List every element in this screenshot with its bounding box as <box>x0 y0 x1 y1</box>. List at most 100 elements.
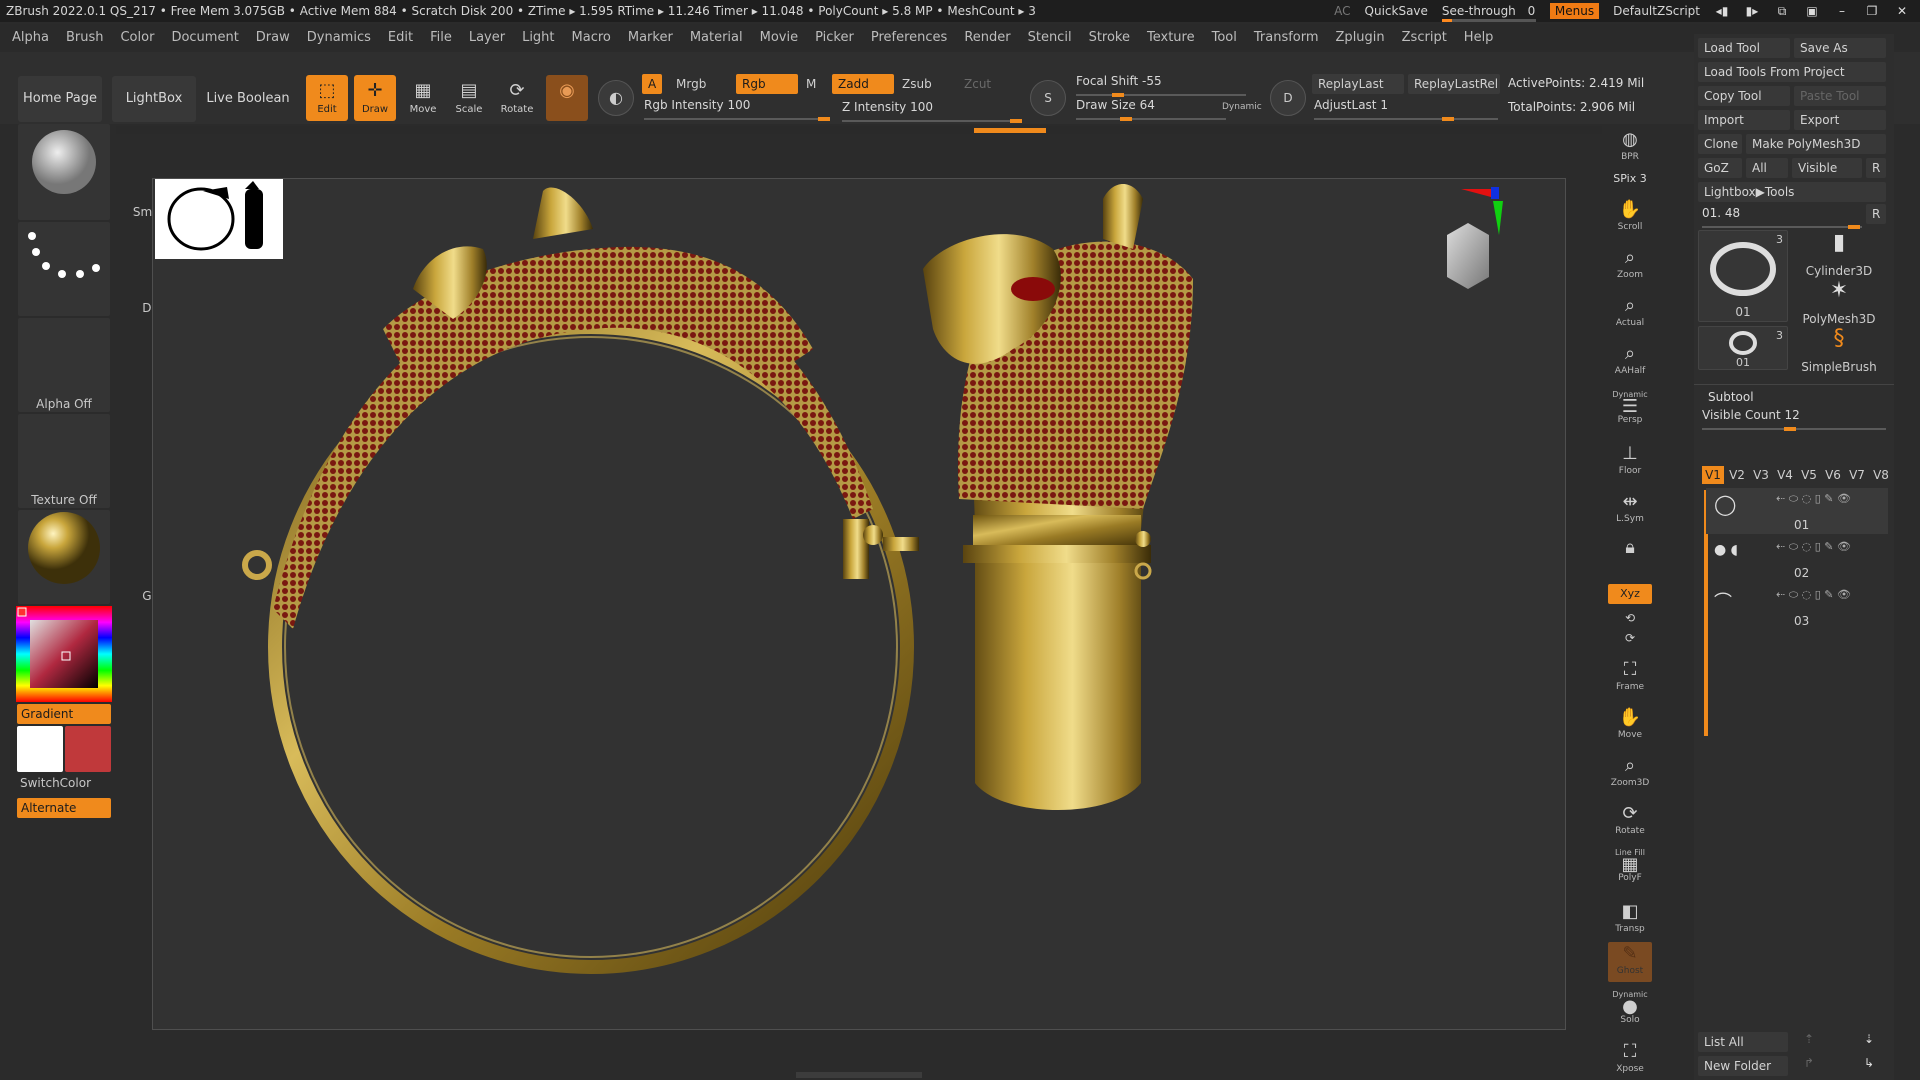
draw-size-slider[interactable]: Draw Size 64 <box>1076 98 1226 121</box>
copy-tool-button[interactable]: Copy Tool <box>1698 86 1790 106</box>
default-zscript-button[interactable]: DefaultZScript <box>1613 4 1700 18</box>
tab-v5[interactable]: V5 <box>1798 466 1820 484</box>
zsub-toggle[interactable]: Zsub <box>896 74 938 94</box>
menu-edit[interactable]: Edit <box>388 30 413 45</box>
rotate-axis-buttons[interactable]: ⟲ ⟳ <box>1608 608 1652 648</box>
goz-all-button[interactable]: All <box>1746 158 1788 178</box>
switchcolor-button[interactable]: SwitchColor <box>20 776 91 790</box>
menu-macro[interactable]: Macro <box>572 30 611 45</box>
menu-layer[interactable]: Layer <box>469 30 505 45</box>
close-icon[interactable]: ✕ <box>1894 4 1910 18</box>
menu-document[interactable]: Document <box>171 30 238 45</box>
alternate-toggle[interactable]: Alternate <box>17 798 111 818</box>
lsym-button[interactable]: ⇹ L.Sym <box>1608 490 1652 530</box>
d-stroke-button[interactable]: D <box>1270 80 1306 116</box>
menu-texture[interactable]: Texture <box>1147 30 1195 45</box>
m-toggle[interactable]: M <box>800 74 822 94</box>
export-button[interactable]: Export <box>1794 110 1886 130</box>
gradient-toggle[interactable]: Gradient <box>17 704 111 724</box>
menu-preferences[interactable]: Preferences <box>871 30 947 45</box>
draw-button[interactable]: ✛ Draw <box>354 75 396 121</box>
tab-v8[interactable]: V8 <box>1870 466 1892 484</box>
save-as-button[interactable]: Save As <box>1794 38 1886 58</box>
zadd-toggle[interactable]: Zadd <box>832 74 894 94</box>
bpr-button[interactable]: ◍ BPR <box>1608 128 1652 168</box>
menu-help[interactable]: Help <box>1464 30 1494 45</box>
color-sphere-button[interactable]: ◐ <box>598 80 634 116</box>
menu-color[interactable]: Color <box>120 30 154 45</box>
solo-button[interactable]: Dynamic ● Solo <box>1608 990 1652 1030</box>
menu-tool[interactable]: Tool <box>1212 30 1237 45</box>
subtool-controls[interactable]: ⇠ ⬭ ◌ ▯ ✎ 👁︎ <box>1776 588 1851 602</box>
subtool-row[interactable]: ● ◖ ⇠ ⬭ ◌ ▯ ✎ 👁︎ 02 <box>1706 536 1888 582</box>
color-picker[interactable] <box>16 606 112 702</box>
s-stroke-button[interactable]: S <box>1030 80 1066 116</box>
edit-button[interactable]: ⬚ Edit <box>306 75 348 121</box>
menu-stencil[interactable]: Stencil <box>1028 30 1072 45</box>
live-boolean-button[interactable]: Live Boolean <box>204 76 292 122</box>
tool-index-slider[interactable]: 01. 48 <box>1702 206 1862 229</box>
subtool-row[interactable]: ◯ ⇠ ⬭ ◌ ▯ ✎ 👁︎ 01 <box>1706 488 1888 534</box>
rgb-toggle[interactable]: Rgb <box>736 74 798 94</box>
mrgb-toggle[interactable]: Mrgb <box>670 74 712 94</box>
prev-icon[interactable]: ◂▮ <box>1714 4 1730 18</box>
menu-light[interactable]: Light <box>522 30 554 45</box>
move-button[interactable]: ▦ Move <box>402 75 444 121</box>
scale-button[interactable]: ▤ Scale <box>448 75 490 121</box>
tool-thumb-01-small[interactable]: 3 01 <box>1698 326 1788 370</box>
home-page-button[interactable]: Home Page <box>18 76 102 122</box>
menu-transform[interactable]: Transform <box>1254 30 1319 45</box>
material-slot[interactable]: Gold <box>18 510 170 604</box>
adjust-last-slider[interactable]: AdjustLast 1 <box>1314 98 1498 121</box>
move-view-button[interactable]: ✋ Move <box>1608 706 1652 746</box>
new-folder-button[interactable]: New Folder <box>1698 1056 1788 1076</box>
menu-dynamics[interactable]: Dynamics <box>307 30 371 45</box>
subtool-controls[interactable]: ⇠ ⬭ ◌ ▯ ✎ 👁︎ <box>1776 492 1851 506</box>
visible-count-slider[interactable]: Visible Count 12 <box>1702 408 1886 431</box>
tool-thumb-cylinder3d[interactable]: ▮ Cylinder3D <box>1792 230 1886 278</box>
lock-button[interactable]: 🔒︎ <box>1608 536 1652 576</box>
menu-marker[interactable]: Marker <box>628 30 673 45</box>
brush-material-swatch[interactable]: ◉ <box>546 75 588 121</box>
top-scroll-strip[interactable] <box>116 126 1606 134</box>
tool-thumb-simplebrush[interactable]: § SimpleBrush <box>1792 326 1886 374</box>
list-all-button[interactable]: List All <box>1698 1032 1788 1052</box>
layout-icon[interactable]: ⧉ <box>1774 4 1790 19</box>
frame-button[interactable]: ⛶ Frame <box>1608 658 1652 698</box>
make-polymesh3d-button[interactable]: Make PolyMesh3D <box>1746 134 1886 154</box>
persp-button[interactable]: Dynamic ☰ Persp <box>1608 390 1652 430</box>
menu-movie[interactable]: Movie <box>760 30 798 45</box>
stroke-slot[interactable]: Dots <box>18 222 170 316</box>
brush-slot[interactable]: Smooth <box>18 124 179 220</box>
tab-v1[interactable]: V1 <box>1702 466 1724 484</box>
maximize-icon[interactable]: ❐ <box>1864 4 1880 18</box>
import-button[interactable]: Import <box>1698 110 1790 130</box>
main-color-swatch[interactable] <box>17 726 63 772</box>
goz-r-button[interactable]: R <box>1866 158 1886 178</box>
paste-tool-button[interactable]: Paste Tool <box>1794 86 1886 106</box>
model-render[interactable] <box>153 179 1565 1029</box>
dynamic-label[interactable]: Dynamic <box>1222 102 1262 112</box>
move-down-right-icon[interactable]: ↳ <box>1864 1056 1874 1070</box>
move-right-icon[interactable]: ↱ <box>1804 1056 1814 1070</box>
replay-last-button[interactable]: ReplayLast <box>1312 74 1404 94</box>
arrow-down-icon[interactable]: ⇣ <box>1864 1032 1874 1046</box>
menu-zplugin[interactable]: Zplugin <box>1336 30 1385 45</box>
rotate-button[interactable]: ⟳ Rotate <box>496 75 538 121</box>
tab-v3[interactable]: V3 <box>1750 466 1772 484</box>
subtool-title[interactable]: Subtool <box>1708 390 1754 404</box>
canvas-viewport[interactable] <box>152 178 1566 1030</box>
polyf-button[interactable]: Line Fill ▦ PolyF <box>1608 848 1652 888</box>
zoom3d-button[interactable]: ⌕ Zoom3D <box>1608 754 1652 794</box>
zcut-toggle[interactable]: Zcut <box>958 74 997 94</box>
tool-thumb-01[interactable]: 3 01 <box>1698 230 1788 322</box>
menu-file[interactable]: File <box>430 30 452 45</box>
menu-stroke[interactable]: Stroke <box>1089 30 1130 45</box>
menu-material[interactable]: Material <box>690 30 743 45</box>
menu-alpha[interactable]: Alpha <box>12 30 49 45</box>
xpose-button[interactable]: ⛶ Xpose <box>1608 1040 1652 1080</box>
rgb-intensity-slider[interactable]: Rgb Intensity 100 <box>644 98 830 121</box>
bottom-scroll-handle[interactable] <box>796 1072 922 1078</box>
clone-button[interactable]: Clone <box>1698 134 1742 154</box>
alpha-slot[interactable]: Alpha Off <box>18 318 110 412</box>
